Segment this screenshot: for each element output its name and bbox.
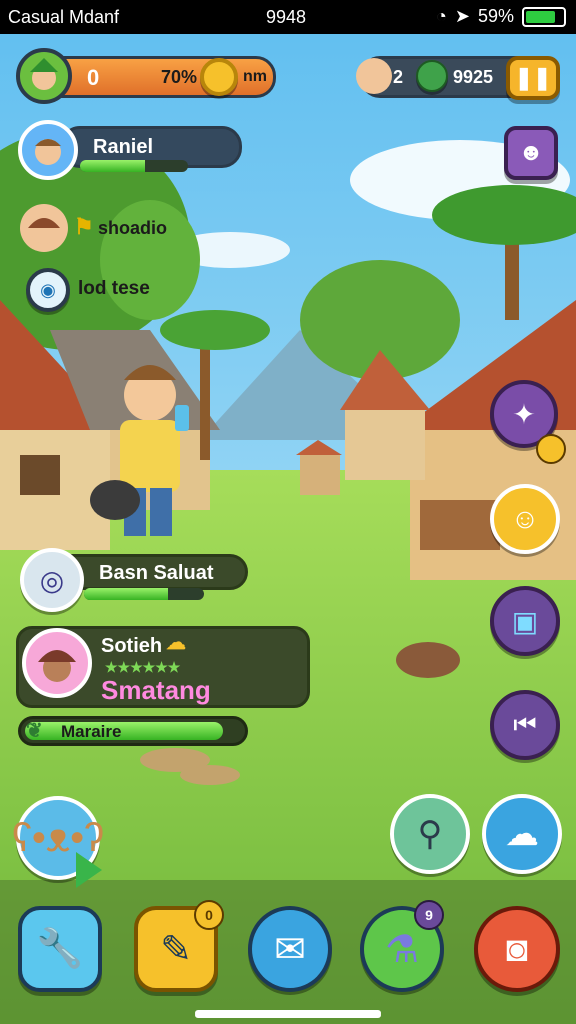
elf-icon [30, 58, 58, 90]
wifi-icon: ◔ [436, 6, 447, 26]
battery-icon [522, 6, 566, 27]
profile-name: Sotieh [101, 635, 163, 657]
player-avatar[interactable] [16, 48, 72, 104]
coin-icon [200, 58, 238, 96]
meter-bar: Maraire [18, 716, 248, 746]
robot-icon: ▣ [511, 605, 539, 637]
robot-button[interactable]: ▣ [490, 586, 560, 656]
potion-icon: ⚗ [384, 928, 420, 971]
speech-icon: ✉ [274, 928, 306, 971]
profile-avatar[interactable] [22, 628, 92, 698]
player-avatar-raniel[interactable] [18, 120, 78, 180]
player-name[interactable]: lod tese [78, 278, 150, 300]
quest-title: Basn Saluat [99, 562, 214, 584]
camera-icon: ◙ [506, 928, 528, 969]
play-arrow-icon[interactable] [76, 852, 102, 888]
percent-value: 70% [161, 67, 198, 87]
player-progress [80, 160, 188, 172]
meter-fill [25, 722, 223, 740]
meter-label: Maraire [61, 722, 122, 741]
search-button[interactable]: ⚲ [390, 794, 470, 874]
eye-icon: ◉ [40, 279, 56, 300]
gem-icon [416, 60, 448, 92]
gamepad-icon: ✦ [512, 398, 536, 430]
puppy-icon: ☻ [518, 139, 544, 166]
skip-icon: ⏮ [513, 709, 537, 739]
nav-speech-button[interactable]: ✉ [248, 906, 332, 992]
status-bar: Casual Mdanf 9948 ◔ ➤ 59% [0, 0, 576, 34]
smile-icon: ☺ [510, 503, 540, 534]
message-button[interactable]: ☁ [482, 794, 562, 874]
quest-avatar[interactable]: ◎ [20, 548, 84, 612]
profile-status: Smatang [101, 675, 211, 705]
gamepad-badge [536, 434, 566, 464]
player-avatar-shoadio[interactable] [20, 204, 68, 252]
potion-badge: 9 [414, 900, 444, 930]
message-icon: ☁ [505, 815, 539, 853]
location-icon: ➤ [454, 6, 470, 26]
chat-bubble-icon[interactable]: ◉ [26, 268, 70, 312]
skip-button[interactable]: ⏮ [490, 690, 560, 760]
chat-icon: ✎ [160, 928, 192, 971]
friends-count: 2 [393, 67, 404, 87]
girl-icon [38, 650, 76, 682]
home-indicator [195, 1010, 381, 1016]
puppy-button[interactable]: ☻ [504, 126, 558, 180]
unit-label: nm [243, 68, 267, 85]
chat-icon: ☁ [166, 632, 186, 654]
profile-rating: ★★★★★★ [105, 659, 181, 675]
chat-badge: 0 [194, 900, 224, 930]
battery-percent: 59% [477, 6, 514, 26]
emoji-button[interactable]: ☺ [490, 484, 560, 554]
friend-icon [356, 58, 392, 94]
nav-camera-button[interactable]: ◙ [474, 906, 560, 992]
ring-icon: ◎ [39, 564, 65, 596]
search-icon: ⚲ [417, 815, 443, 853]
girl-icon [28, 218, 60, 244]
quest-progress [84, 588, 204, 600]
nav-wrench-button[interactable]: 🔧 [18, 906, 102, 992]
trophy-icon: ⚑ [74, 214, 94, 239]
wrench-icon: 🔧 [36, 928, 84, 970]
clock: 9948 [266, 7, 307, 27]
carrier-label: Casual Mdanf [8, 7, 120, 27]
pause-icon: ❚❚ [514, 65, 552, 90]
boy-icon [35, 139, 61, 165]
gems-count: 9925 [453, 67, 494, 87]
leaf-icon: ❦ [26, 720, 43, 742]
pause-button[interactable]: ❚❚ [506, 56, 560, 100]
currency-value: 0 [87, 65, 100, 90]
player-name: Raniel [93, 136, 154, 158]
player-name[interactable]: shoadio [98, 218, 167, 239]
